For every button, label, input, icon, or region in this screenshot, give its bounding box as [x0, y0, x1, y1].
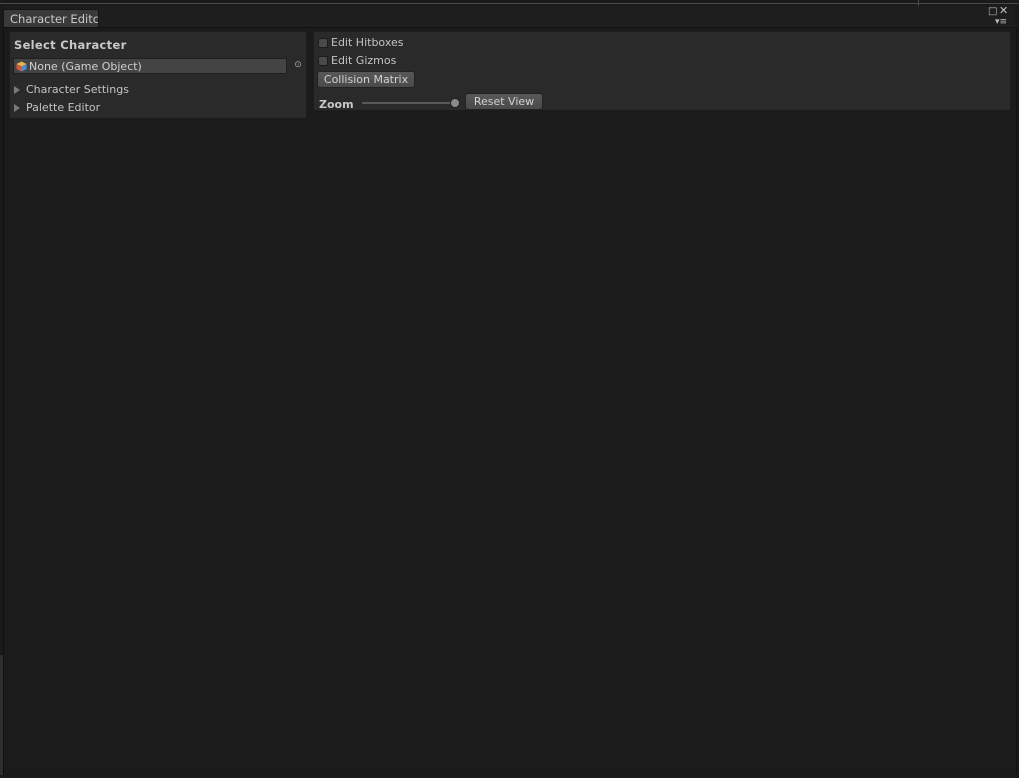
- select-character-panel: Select Character None (Game Object) ⊙ Ch…: [9, 31, 307, 119]
- window-edge: [0, 655, 3, 775]
- edit-gizmos-toggle[interactable]: Edit Gizmos: [318, 54, 396, 67]
- toolbar-panel: Edit Hitboxes Edit Gizmos Collision Matr…: [313, 31, 1011, 111]
- character-object-field[interactable]: None (Game Object): [13, 58, 287, 74]
- foldout-character-settings[interactable]: Character Settings: [14, 83, 129, 96]
- object-picker-icon[interactable]: ⊙: [293, 60, 303, 70]
- edit-hitboxes-label: Edit Hitboxes: [331, 36, 404, 49]
- tab-bar: Character Editc □ ✕ ▾≡: [3, 5, 1015, 28]
- foldout-palette-editor[interactable]: Palette Editor: [14, 101, 100, 114]
- reset-view-button[interactable]: Reset View: [465, 93, 543, 110]
- foldout-arrow-icon: [14, 103, 20, 112]
- edit-hitboxes-toggle[interactable]: Edit Hitboxes: [318, 36, 403, 49]
- foldout-label: Palette Editor: [26, 101, 101, 114]
- object-field-value: None (Game Object): [29, 59, 142, 73]
- edit-gizmos-checkbox[interactable]: [318, 55, 328, 66]
- editor-window: Character Editc □ ✕ ▾≡ Select Character …: [0, 0, 1019, 778]
- close-icon[interactable]: ✕: [999, 5, 1008, 16]
- zoom-slider-thumb[interactable]: [450, 98, 461, 108]
- edit-hitboxes-checkbox[interactable]: [318, 37, 328, 48]
- collision-matrix-button[interactable]: Collision Matrix: [317, 71, 415, 88]
- foldout-arrow-icon: [14, 85, 20, 94]
- edit-gizmos-label: Edit Gizmos: [331, 54, 397, 67]
- tab-character-editor[interactable]: Character Editc: [3, 9, 99, 27]
- zoom-label: Zoom: [319, 98, 354, 111]
- game-object-icon: [16, 61, 27, 72]
- foldout-label: Character Settings: [26, 83, 129, 96]
- background-divider: [0, 3, 1019, 4]
- context-menu-icon[interactable]: ▾≡: [995, 17, 1007, 27]
- zoom-slider[interactable]: [362, 98, 461, 108]
- maximize-icon[interactable]: □: [988, 7, 997, 17]
- editor-content: Select Character None (Game Object) ⊙ Ch…: [3, 28, 1017, 774]
- select-character-title: Select Character: [14, 38, 127, 52]
